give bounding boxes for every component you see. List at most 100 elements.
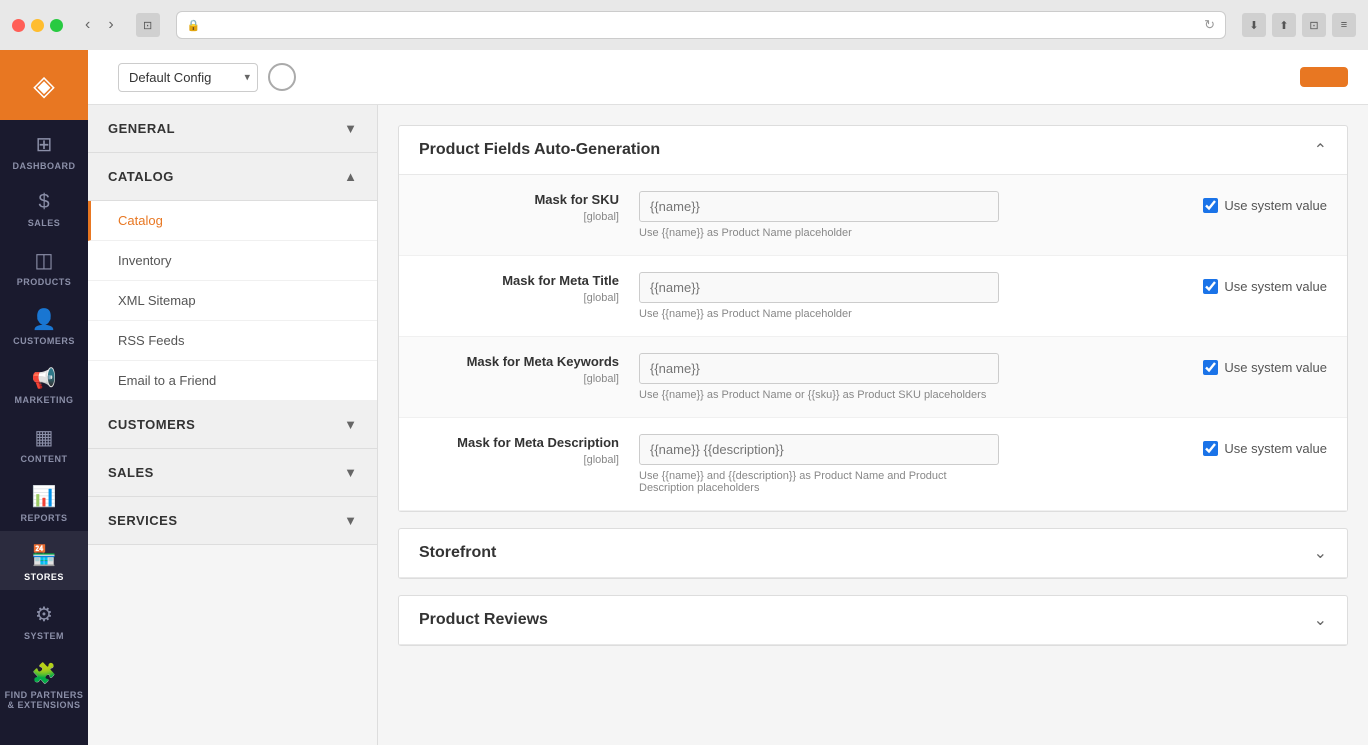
customers-icon: 👤 bbox=[32, 307, 57, 332]
lock-icon: 🔒 bbox=[187, 19, 201, 32]
config-section-title-product-fields: Product Fields Auto-Generation bbox=[419, 141, 660, 159]
sidebar-item-dashboard[interactable]: ⊞ DASHBOARD bbox=[0, 120, 88, 179]
config-section-header-storefront[interactable]: Storefront ⌄ bbox=[399, 529, 1347, 578]
form-input-mask-meta-description[interactable] bbox=[639, 434, 999, 465]
form-system-value-mask-sku: Use system value bbox=[1203, 191, 1327, 213]
download-button[interactable]: ⬇ bbox=[1242, 13, 1266, 37]
fullscreen-button[interactable]: ⊡ bbox=[1302, 13, 1326, 37]
section-header-customers[interactable]: CUSTOMERS ▼ bbox=[88, 401, 377, 449]
sidebar-item-label-marketing: MARKETING bbox=[15, 395, 74, 405]
nav-item-xml-sitemap[interactable]: XML Sitemap bbox=[88, 281, 377, 321]
nav-item-catalog[interactable]: Catalog bbox=[88, 201, 377, 241]
content-area: Default Config ▾ GENERAL ▼ CATALOG ▲ Cat… bbox=[88, 50, 1368, 745]
close-dot[interactable] bbox=[12, 19, 25, 32]
help-button[interactable] bbox=[268, 63, 296, 91]
browser-nav: ‹ › bbox=[79, 12, 120, 38]
system-value-checkbox-mask-meta-description[interactable] bbox=[1203, 441, 1218, 456]
section-header-services[interactable]: SERVICES ▼ bbox=[88, 497, 377, 545]
sidebar-item-label-dashboard: DASHBOARD bbox=[13, 161, 76, 171]
form-label-mask-sku: Mask for SKU bbox=[534, 192, 619, 207]
url-bar[interactable]: 🔒 ↻ bbox=[176, 11, 1226, 39]
sidebar-item-reports[interactable]: 📊 REPORTS bbox=[0, 472, 88, 531]
config-section-header-product-reviews[interactable]: Product Reviews ⌄ bbox=[399, 596, 1347, 645]
form-input-mask-sku[interactable] bbox=[639, 191, 999, 222]
section-header-sales[interactable]: SALES ▼ bbox=[88, 449, 377, 497]
reports-icon: 📊 bbox=[32, 484, 57, 509]
marketing-icon: 📢 bbox=[32, 366, 57, 391]
section-title-sales: SALES bbox=[108, 465, 154, 480]
store-view-select[interactable]: Default Config bbox=[118, 63, 258, 92]
minimize-dot[interactable] bbox=[31, 19, 44, 32]
form-scope-mask-meta-title: [global] bbox=[419, 292, 619, 304]
form-hint-mask-sku: Use {{name}} as Product Name placeholder bbox=[639, 227, 999, 239]
form-field-col-mask-sku: Use {{name}} as Product Name placeholder bbox=[639, 191, 1183, 239]
sales-icon: $ bbox=[38, 191, 49, 214]
browser-actions: ⬇ ⬆ ⊡ ≡ bbox=[1242, 13, 1356, 37]
top-bar: Default Config ▾ bbox=[88, 50, 1368, 105]
system-icon: ⚙ bbox=[35, 602, 53, 627]
form-label-col-mask-meta-title: Mask for Meta Title [global] bbox=[419, 272, 639, 304]
system-value-checkbox-mask-meta-keywords[interactable] bbox=[1203, 360, 1218, 375]
config-section-body-product-fields: Mask for SKU [global] Use {{name}} as Pr… bbox=[399, 175, 1347, 511]
find-icon: 🧩 bbox=[32, 661, 57, 686]
magento-logo-icon: ◈ bbox=[33, 69, 55, 102]
form-input-mask-meta-title[interactable] bbox=[639, 272, 999, 303]
sidebar-item-stores[interactable]: 🏪 STORES bbox=[0, 531, 88, 590]
section-title-catalog: CATALOG bbox=[108, 169, 174, 184]
sidebar-item-sales[interactable]: $ SALES bbox=[0, 179, 88, 236]
section-header-general[interactable]: GENERAL ▼ bbox=[88, 105, 377, 153]
section-title-services: SERVICES bbox=[108, 513, 178, 528]
sidebar-item-label-stores: STORES bbox=[24, 572, 64, 582]
section-header-catalog[interactable]: CATALOG ▲ bbox=[88, 153, 377, 201]
sidebar-item-customers[interactable]: 👤 CUSTOMERS bbox=[0, 295, 88, 354]
services-chevron-icon: ▼ bbox=[344, 513, 357, 528]
reload-icon[interactable]: ↻ bbox=[1204, 17, 1215, 33]
sidebar-item-label-products: PRODUCTS bbox=[17, 277, 72, 287]
sidebar-item-products[interactable]: ◫ PRODUCTS bbox=[0, 236, 88, 295]
customers-chevron-icon: ▼ bbox=[344, 417, 357, 432]
store-view-select-wrapper: Default Config ▾ bbox=[118, 63, 258, 92]
sidebar-item-label-reports: REPORTS bbox=[20, 513, 67, 523]
system-value-label-mask-sku: Use system value bbox=[1224, 198, 1327, 213]
product-fields-collapse-icon: ⌃ bbox=[1314, 140, 1327, 160]
form-row-mask-sku: Mask for SKU [global] Use {{name}} as Pr… bbox=[399, 175, 1347, 256]
right-panel: Product Fields Auto-Generation ⌃ Mask fo… bbox=[378, 105, 1368, 745]
sidebar-item-label-content: CONTENT bbox=[21, 454, 68, 464]
sidebar: ◈ ⊞ DASHBOARD $ SALES ◫ PRODUCTS 👤 CUSTO… bbox=[0, 50, 88, 745]
config-section-title-storefront: Storefront bbox=[419, 544, 496, 562]
sidebar-toggle-button[interactable]: ≡ bbox=[1332, 13, 1356, 37]
product-reviews-collapse-icon: ⌄ bbox=[1314, 610, 1327, 630]
form-row-mask-meta-keywords: Mask for Meta Keywords [global] Use {{na… bbox=[399, 337, 1347, 418]
forward-button[interactable]: › bbox=[102, 12, 119, 38]
app-container: ◈ ⊞ DASHBOARD $ SALES ◫ PRODUCTS 👤 CUSTO… bbox=[0, 50, 1368, 745]
nav-item-inventory[interactable]: Inventory bbox=[88, 241, 377, 281]
share-button[interactable]: ⬆ bbox=[1272, 13, 1296, 37]
form-label-col-mask-sku: Mask for SKU [global] bbox=[419, 191, 639, 223]
sidebar-item-find[interactable]: 🧩 FIND PARTNERS & EXTENSIONS bbox=[0, 649, 88, 718]
save-config-button[interactable] bbox=[1300, 67, 1348, 87]
maximize-dot[interactable] bbox=[50, 19, 63, 32]
form-input-mask-meta-keywords[interactable] bbox=[639, 353, 999, 384]
sidebar-item-system[interactable]: ⚙ SYSTEM bbox=[0, 590, 88, 649]
main-split: GENERAL ▼ CATALOG ▲ CatalogInventoryXML … bbox=[88, 105, 1368, 745]
toggle-button[interactable]: ⊡ bbox=[136, 13, 160, 37]
nav-item-email-to-friend[interactable]: Email to a Friend bbox=[88, 361, 377, 401]
config-section-header-product-fields[interactable]: Product Fields Auto-Generation ⌃ bbox=[399, 126, 1347, 175]
system-value-checkbox-mask-meta-title[interactable] bbox=[1203, 279, 1218, 294]
nav-item-rss-feeds[interactable]: RSS Feeds bbox=[88, 321, 377, 361]
sidebar-logo[interactable]: ◈ bbox=[0, 50, 88, 120]
system-value-checkbox-mask-sku[interactable] bbox=[1203, 198, 1218, 213]
back-button[interactable]: ‹ bbox=[79, 12, 96, 38]
form-scope-mask-meta-description: [global] bbox=[419, 454, 619, 466]
form-field-col-mask-meta-description: Use {{name}} and {{description}} as Prod… bbox=[639, 434, 1183, 494]
sales-chevron-icon: ▼ bbox=[344, 465, 357, 480]
sidebar-item-marketing[interactable]: 📢 MARKETING bbox=[0, 354, 88, 413]
form-hint-mask-meta-description: Use {{name}} and {{description}} as Prod… bbox=[639, 470, 999, 494]
sidebar-item-content[interactable]: ▦ CONTENT bbox=[0, 413, 88, 472]
system-value-label-mask-meta-keywords: Use system value bbox=[1224, 360, 1327, 375]
window-dots bbox=[12, 19, 63, 32]
products-icon: ◫ bbox=[35, 248, 54, 273]
catalog-chevron-icon: ▲ bbox=[344, 169, 357, 184]
sidebar-item-label-find: FIND PARTNERS & EXTENSIONS bbox=[4, 690, 84, 710]
form-label-mask-meta-title: Mask for Meta Title bbox=[502, 273, 619, 288]
